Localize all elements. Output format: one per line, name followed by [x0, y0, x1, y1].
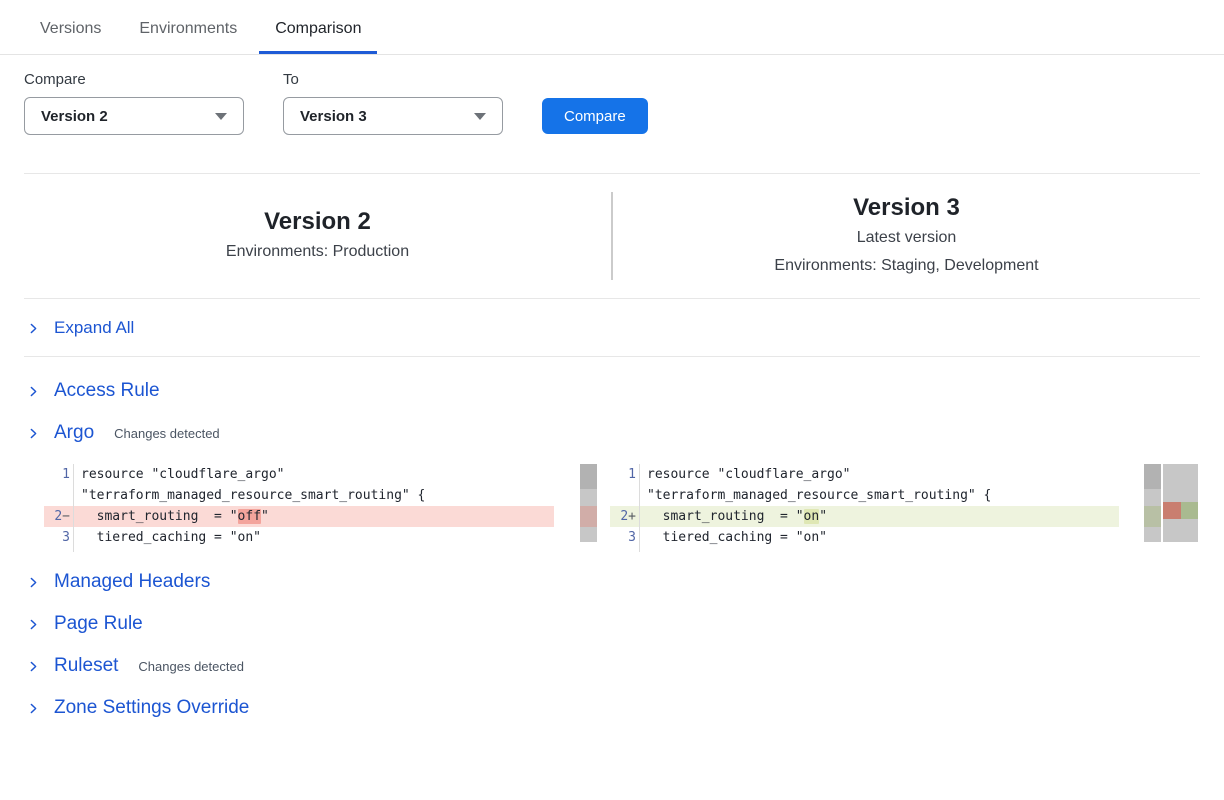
diff-line: 3 tiered_caching = "on" [44, 527, 554, 548]
tab-bar: Versions Environments Comparison [0, 12, 1224, 55]
scrollbar-added-tint [1144, 506, 1161, 527]
expand-all-row[interactable]: Expand All [24, 299, 1200, 356]
minimap-removed-marker [1163, 502, 1181, 519]
right-version-latest: Latest version [613, 224, 1200, 252]
code-text: smart_routing = "on" [640, 509, 827, 524]
diff-line: 3 tiered_caching = "on" [610, 527, 1119, 548]
code-text: resource "cloudflare_argo" [640, 467, 851, 482]
diff-line: "terraform_managed_resource_smart_routin… [610, 485, 1119, 506]
section-page-rule[interactable]: Page Rule [24, 603, 1200, 645]
diff-line: 1 resource "cloudflare_argo" [44, 464, 554, 485]
compare-controls: Compare Version 2 To Version 3 Compare [24, 71, 1200, 135]
tab-versions[interactable]: Versions [24, 12, 117, 54]
chevron-right-icon [27, 576, 40, 589]
to-version-value: Version 3 [300, 108, 367, 125]
tab-environments[interactable]: Environments [123, 12, 253, 54]
code-text: "terraform_managed_resource_smart_routin… [640, 488, 991, 503]
changes-detected-badge: Changes detected [114, 426, 220, 441]
scrollbar[interactable] [1144, 464, 1161, 542]
chevron-right-icon [27, 322, 40, 335]
compare-button[interactable]: Compare [542, 98, 648, 134]
version-header-right: Version 3 Latest version Environments: S… [613, 192, 1200, 279]
chevron-right-icon [27, 660, 40, 673]
added-sign: + [628, 509, 636, 524]
section-label: Ruleset [54, 655, 118, 677]
diff-panel-new: 1 resource "cloudflare_argo" "terraform_… [610, 464, 1198, 552]
chevron-down-icon [474, 113, 486, 120]
left-version-title: Version 2 [24, 206, 611, 237]
scrollbar-removed-tint [580, 506, 597, 527]
added-word-highlight: on [804, 509, 820, 524]
code-text: "terraform_managed_resource_smart_routin… [74, 488, 425, 503]
code-text: resource "cloudflare_argo" [74, 467, 285, 482]
section-ruleset[interactable]: Ruleset Changes detected [24, 645, 1200, 687]
section-label: Argo [54, 422, 94, 444]
line-number: 3 [628, 530, 636, 545]
line-number: 2 [620, 509, 628, 524]
line-number: 1 [62, 467, 70, 482]
scrollbar-thumb[interactable] [580, 464, 597, 489]
code-lines: 1 resource "cloudflare_argo" "terraform_… [610, 464, 1119, 552]
chevron-right-icon [27, 702, 40, 715]
left-version-environments: Environments: Production [24, 238, 611, 266]
chevron-right-icon [27, 427, 40, 440]
code-text: tiered_caching = "on" [74, 530, 261, 545]
diff-line: 1 resource "cloudflare_argo" [610, 464, 1119, 485]
changes-detected-badge: Changes detected [138, 659, 244, 674]
diff-panel-old: 1 resource "cloudflare_argo" "terraform_… [44, 464, 597, 552]
right-version-title: Version 3 [613, 192, 1200, 223]
diff-line: "terraform_managed_resource_smart_routin… [44, 485, 554, 506]
compare-field: Compare Version 2 [24, 71, 244, 135]
section-zone-settings-override[interactable]: Zone Settings Override [24, 687, 1200, 729]
section-access-rule[interactable]: Access Rule [24, 370, 1200, 412]
diff-line: } [44, 548, 554, 552]
code-text: smart_routing = "off" [74, 509, 269, 524]
expand-all-label: Expand All [54, 318, 134, 338]
diff-minimap[interactable] [1163, 464, 1198, 542]
tab-comparison[interactable]: Comparison [259, 12, 377, 54]
compare-version-value: Version 2 [41, 108, 108, 125]
diff-line: } [610, 548, 1119, 552]
code-lines: 1 resource "cloudflare_argo" "terraform_… [44, 464, 554, 552]
removed-word-highlight: off [238, 509, 261, 524]
version-header-left: Version 2 Environments: Production [24, 206, 611, 265]
scrollbar[interactable] [580, 464, 597, 542]
to-version-select[interactable]: Version 3 [283, 97, 503, 135]
section-label: Access Rule [54, 380, 160, 402]
right-version-environments: Environments: Staging, Development [613, 252, 1200, 280]
compare-version-select[interactable]: Version 2 [24, 97, 244, 135]
argo-diff: 1 resource "cloudflare_argo" "terraform_… [0, 464, 1224, 552]
diff-line-added: 2+ smart_routing = "on" [610, 506, 1119, 527]
line-number: 2 [54, 509, 62, 524]
removed-sign: − [62, 509, 70, 524]
chevron-right-icon [27, 618, 40, 631]
chevron-down-icon [215, 113, 227, 120]
section-label: Managed Headers [54, 571, 210, 593]
code-text: } [640, 551, 655, 552]
version-headers: Version 2 Environments: Production Versi… [24, 174, 1200, 298]
code-text: tiered_caching = "on" [640, 530, 827, 545]
section-label: Page Rule [54, 613, 143, 635]
compare-field-label: Compare [24, 71, 244, 88]
line-number: 3 [62, 530, 70, 545]
scrollbar-thumb[interactable] [1144, 464, 1161, 489]
code-text: } [74, 551, 89, 552]
section-argo[interactable]: Argo Changes detected [24, 412, 1200, 454]
to-field-label: To [283, 71, 503, 88]
section-label: Zone Settings Override [54, 697, 249, 719]
diff-line-removed: 2− smart_routing = "off" [44, 506, 554, 527]
section-managed-headers[interactable]: Managed Headers [24, 561, 1200, 603]
line-number: 1 [628, 467, 636, 482]
chevron-right-icon [27, 385, 40, 398]
minimap-added-marker [1181, 502, 1198, 519]
to-field: To Version 3 [283, 71, 503, 135]
